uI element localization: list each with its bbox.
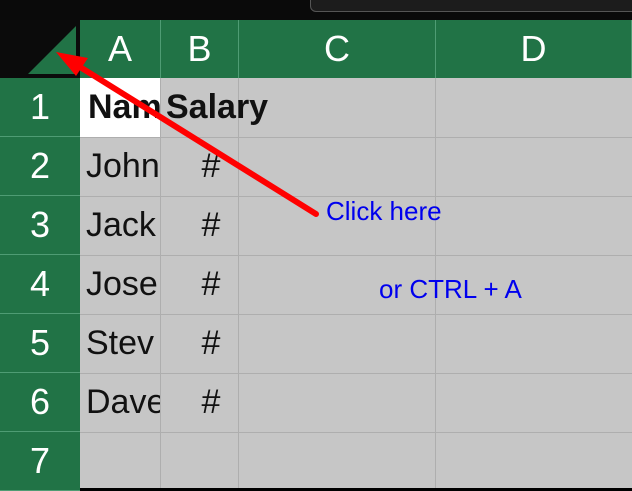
click-here-annotation: Click here (326, 196, 442, 226)
ctrl-a-annotation: or CTRL + A (379, 274, 522, 304)
red-arrow-annotation (56, 52, 319, 217)
